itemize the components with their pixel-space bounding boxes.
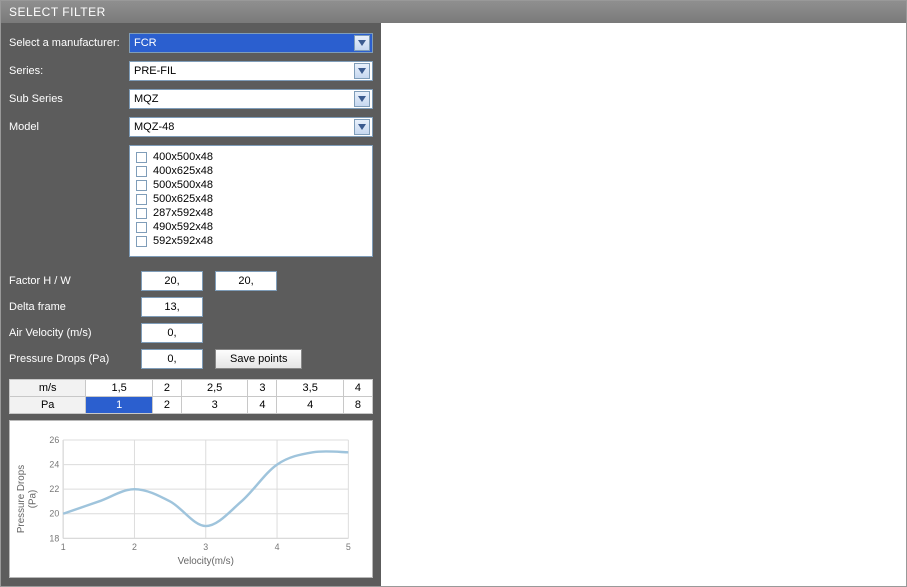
list-item[interactable]: 500x500x48 <box>136 178 366 192</box>
factor-h-input[interactable]: 20, <box>141 271 203 291</box>
table-cell[interactable]: 2 <box>152 397 181 414</box>
checkbox[interactable] <box>136 236 147 247</box>
table-cell[interactable]: 4 <box>248 397 277 414</box>
delta-row: Delta frame 13, <box>9 297 373 317</box>
model-value: MQZ-48 <box>134 121 174 133</box>
air-input[interactable]: 0, <box>141 323 203 343</box>
manufacturer-select[interactable]: FCR <box>129 33 373 53</box>
table-cell[interactable]: 2 <box>152 380 181 397</box>
y-grid: 26 24 22 20 18 <box>49 435 348 543</box>
table-cell-selected[interactable]: 1 <box>86 397 152 414</box>
series-value: PRE-FIL <box>134 65 176 77</box>
manufacturer-label: Select a manufacturer: <box>9 37 129 49</box>
air-row: Air Velocity (m/s) 0, <box>9 323 373 343</box>
table-cell[interactable]: 1,5 <box>86 380 152 397</box>
list-item[interactable]: 287x592x48 <box>136 206 366 220</box>
svg-text:1: 1 <box>61 542 66 552</box>
window-title: SELECT FILTER <box>1 1 906 23</box>
right-panel <box>381 23 906 586</box>
x-axis-label: Velocity(m/s) <box>178 556 234 567</box>
list-item-label: 400x500x48 <box>153 151 213 163</box>
list-item[interactable]: 400x625x48 <box>136 164 366 178</box>
table-row: Pa 1 2 3 4 4 8 <box>10 397 373 414</box>
subseries-row: Sub Series MQZ <box>9 89 373 109</box>
svg-text:26: 26 <box>49 435 59 445</box>
list-item[interactable]: 490x592x48 <box>136 220 366 234</box>
model-row: Model MQZ-48 <box>9 117 373 137</box>
list-item-label: 500x500x48 <box>153 179 213 191</box>
save-points-button[interactable]: Save points <box>215 349 302 369</box>
left-panel: Select a manufacturer: FCR Series: PRE-F… <box>1 23 381 586</box>
checkbox[interactable] <box>136 222 147 233</box>
checkbox[interactable] <box>136 194 147 205</box>
factor-row: Factor H / W 20, 20, <box>9 271 373 291</box>
x-grid: 1 2 3 4 5 <box>61 440 351 552</box>
list-item[interactable]: 400x500x48 <box>136 150 366 164</box>
y-axis-unit: (Pa) <box>28 490 39 509</box>
chevron-down-icon <box>354 119 370 135</box>
checkbox[interactable] <box>136 208 147 219</box>
list-item-label: 400x625x48 <box>153 165 213 177</box>
series-label: Series: <box>9 65 129 77</box>
svg-text:5: 5 <box>346 542 351 552</box>
list-item-label: 490x592x48 <box>153 221 213 233</box>
checkbox[interactable] <box>136 152 147 163</box>
pd-input[interactable]: 0, <box>141 349 203 369</box>
factor-w-input[interactable]: 20, <box>215 271 277 291</box>
pd-label: Pressure Drops (Pa) <box>9 353 129 365</box>
series-row: Series: PRE-FIL <box>9 61 373 81</box>
svg-text:2: 2 <box>132 542 137 552</box>
svg-text:4: 4 <box>275 542 280 552</box>
pressure-chart: Pressure Drops (Pa) 26 24 22 20 1 <box>14 425 368 573</box>
table-cell[interactable]: 2,5 <box>181 380 247 397</box>
svg-text:3: 3 <box>203 542 208 552</box>
chart-container: Pressure Drops (Pa) 26 24 22 20 1 <box>9 420 373 578</box>
delta-input[interactable]: 13, <box>141 297 203 317</box>
series-select[interactable]: PRE-FIL <box>129 61 373 81</box>
table-cell[interactable]: 4 <box>343 380 372 397</box>
row-header: m/s <box>10 380 86 397</box>
window-body: Select a manufacturer: FCR Series: PRE-F… <box>1 23 906 586</box>
table-cell[interactable]: 3,5 <box>277 380 343 397</box>
svg-text:22: 22 <box>49 484 59 494</box>
air-label: Air Velocity (m/s) <box>9 327 129 339</box>
list-item-label: 500x625x48 <box>153 193 213 205</box>
checkbox[interactable] <box>136 180 147 191</box>
checkbox[interactable] <box>136 166 147 177</box>
list-item[interactable]: 592x592x48 <box>136 234 366 248</box>
pd-row: Pressure Drops (Pa) 0, Save points <box>9 349 373 369</box>
row-header: Pa <box>10 397 86 414</box>
size-listbox[interactable]: 400x500x48 400x625x48 500x500x48 500x625… <box>129 145 373 257</box>
manufacturer-value: FCR <box>134 37 157 49</box>
svg-text:20: 20 <box>49 509 59 519</box>
data-table: m/s 1,5 2 2,5 3 3,5 4 Pa 1 2 3 4 4 <box>9 379 373 414</box>
y-axis-label: Pressure Drops <box>16 465 27 533</box>
list-item[interactable]: 500x625x48 <box>136 192 366 206</box>
table-row: m/s 1,5 2 2,5 3 3,5 4 <box>10 380 373 397</box>
table-cell[interactable]: 3 <box>248 380 277 397</box>
subseries-select[interactable]: MQZ <box>129 89 373 109</box>
list-item-label: 592x592x48 <box>153 235 213 247</box>
table-cell[interactable]: 4 <box>277 397 343 414</box>
delta-label: Delta frame <box>9 301 129 313</box>
svg-text:18: 18 <box>49 533 59 543</box>
table-cell[interactable]: 8 <box>343 397 372 414</box>
factor-label: Factor H / W <box>9 275 129 287</box>
chevron-down-icon <box>354 35 370 51</box>
svg-text:24: 24 <box>49 460 59 470</box>
chevron-down-icon <box>354 91 370 107</box>
chevron-down-icon <box>354 63 370 79</box>
subseries-value: MQZ <box>134 93 158 105</box>
list-item-label: 287x592x48 <box>153 207 213 219</box>
manufacturer-row: Select a manufacturer: FCR <box>9 33 373 53</box>
model-label: Model <box>9 121 129 133</box>
subseries-label: Sub Series <box>9 93 129 105</box>
model-select[interactable]: MQZ-48 <box>129 117 373 137</box>
select-filter-window: SELECT FILTER Select a manufacturer: FCR… <box>0 0 907 587</box>
table-cell[interactable]: 3 <box>181 397 247 414</box>
data-table-wrap: m/s 1,5 2 2,5 3 3,5 4 Pa 1 2 3 4 4 <box>9 379 373 414</box>
